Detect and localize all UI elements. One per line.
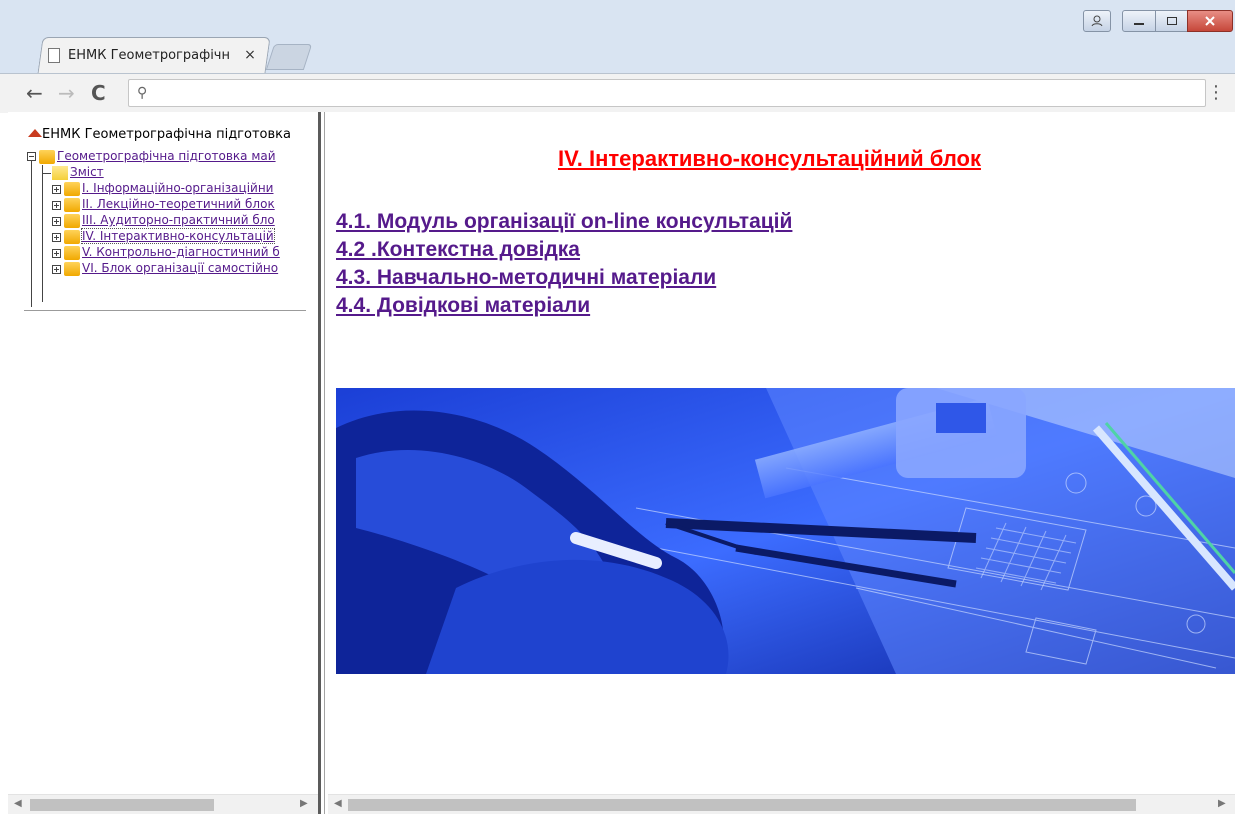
- sidebar-item-label[interactable]: IV. Інтерактивно-консультацій: [81, 228, 275, 244]
- folder-icon: [39, 149, 55, 164]
- link-module-4-1[interactable]: 4.1. Модуль організації on-line консульт…: [336, 208, 792, 236]
- splitter-line: [324, 112, 325, 814]
- search-icon: ⚲: [137, 85, 148, 101]
- drafting-banner-image: [336, 388, 1235, 674]
- scrollbar-thumb[interactable]: [30, 799, 214, 811]
- frame-splitter[interactable]: [318, 112, 328, 814]
- sidebar-item-2[interactable]: II. Лекційно-теоретичний блок: [64, 196, 275, 212]
- document-icon: [52, 165, 68, 180]
- scroll-right-icon[interactable]: ▶: [1218, 798, 1226, 809]
- sidebar-item-label[interactable]: VI. Блок організації самостійно: [82, 261, 278, 275]
- link-module-4-4[interactable]: 4.4. Довідкові матеріали: [336, 292, 792, 320]
- minimize-button[interactable]: [1122, 10, 1156, 32]
- scroll-right-icon[interactable]: ▶: [300, 798, 308, 809]
- forward-button[interactable]: →: [58, 82, 75, 104]
- user-icon[interactable]: [1083, 10, 1111, 32]
- page-title: IV. Інтерактивно-консультаційний блок: [558, 146, 981, 171]
- folder-icon: [64, 245, 80, 260]
- scrollbar-thumb[interactable]: [348, 799, 1136, 811]
- home-icon: [28, 126, 42, 142]
- browser-tab[interactable]: ЕНМК Геометрографічн ×: [48, 38, 258, 72]
- divider: [24, 310, 306, 311]
- navigation-tree: ЕНМК Геометрографічна підготовка Геометр…: [8, 124, 318, 276]
- scroll-left-icon[interactable]: ◀: [334, 798, 342, 809]
- new-tab-button[interactable]: [265, 44, 313, 70]
- tree-frame: ЕНМК Геометрографічна підготовка Геометр…: [8, 112, 318, 814]
- browser-toolbar: ← → C ⚲ ⋮: [0, 73, 1235, 113]
- page-content: ЕНМК Геометрографічна підготовка Геометр…: [8, 112, 1235, 814]
- main-frame: IV. Інтерактивно-консультаційний блок 4.…: [328, 112, 1235, 814]
- back-button[interactable]: ←: [26, 82, 43, 104]
- sidebar-item-label[interactable]: V. Контрольно-діагностичний б: [82, 245, 280, 259]
- tree-contents-link[interactable]: Зміст: [70, 165, 104, 179]
- left-scrollbar[interactable]: ◀ ▶: [8, 794, 318, 814]
- tree-root-label: ЕНМК Геометрографічна підготовка: [42, 127, 291, 142]
- sidebar-item-label[interactable]: II. Лекційно-теоретичний блок: [82, 197, 275, 211]
- scroll-left-icon[interactable]: ◀: [14, 798, 22, 809]
- tree-root: ЕНМК Геометрографічна підготовка: [8, 124, 318, 142]
- folder-icon: [64, 213, 80, 228]
- folder-icon: [64, 229, 80, 244]
- folder-icon: [64, 197, 80, 212]
- sidebar-item-6[interactable]: VI. Блок організації самостійно: [64, 260, 278, 276]
- sidebar-item-4[interactable]: IV. Інтерактивно-консультацій: [64, 228, 275, 244]
- maximize-button[interactable]: [1155, 10, 1188, 32]
- module-links: 4.1. Модуль організації on-line консульт…: [336, 208, 792, 320]
- sidebar-item-5[interactable]: V. Контрольно-діагностичний б: [64, 244, 280, 260]
- browser-menu-button[interactable]: ⋮: [1206, 80, 1226, 106]
- address-bar[interactable]: ⚲: [128, 79, 1206, 107]
- sidebar-item-3[interactable]: III. Аудиторно-практичний бло: [64, 212, 275, 228]
- folder-icon: [64, 261, 80, 276]
- folder-icon: [64, 181, 80, 196]
- tree-section[interactable]: Геометрографічна підготовка май: [39, 148, 276, 164]
- sidebar-item-label[interactable]: III. Аудиторно-практичний бло: [82, 213, 275, 227]
- link-module-4-2[interactable]: 4.2 .Контекстна довідка: [336, 236, 792, 264]
- reload-button[interactable]: C: [91, 82, 106, 104]
- sidebar-item-label[interactable]: I. Інформаційно-організаційни: [82, 181, 273, 195]
- page-icon: [48, 47, 60, 63]
- main-scrollbar[interactable]: ◀ ▶: [328, 794, 1235, 814]
- tab-title: ЕНМК Геометрографічн: [68, 47, 230, 63]
- tree-section-link[interactable]: Геометрографічна підготовка май: [57, 149, 276, 163]
- close-window-button[interactable]: [1187, 10, 1233, 32]
- blueprint-illustration: [336, 388, 1235, 674]
- link-module-4-3[interactable]: 4.3. Навчально-методичні матеріали: [336, 264, 792, 292]
- sidebar-item-1[interactable]: I. Інформаційно-організаційни: [64, 180, 273, 196]
- tree-contents[interactable]: Зміст: [52, 164, 104, 180]
- tab-close-button[interactable]: ×: [242, 47, 258, 63]
